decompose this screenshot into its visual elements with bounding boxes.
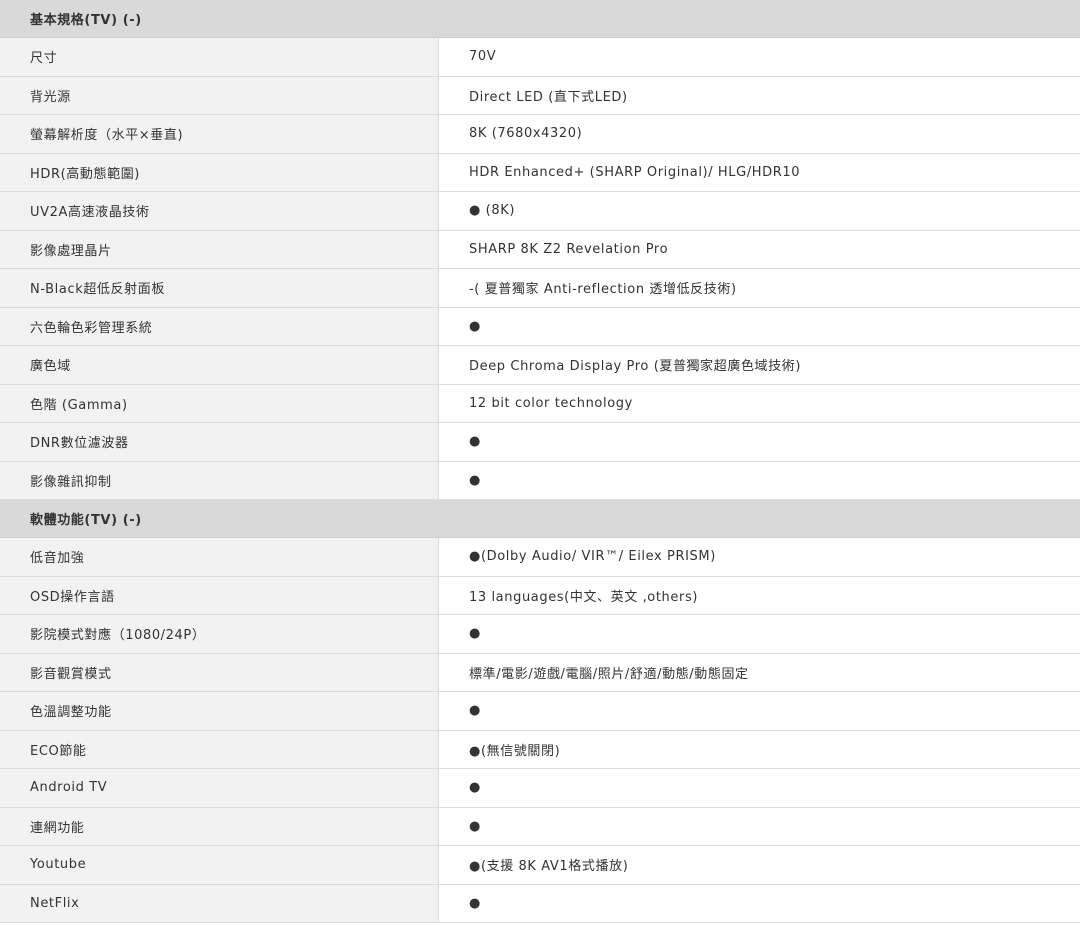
spec-value: 13 languages(中文、英文 ,others) bbox=[439, 576, 1080, 614]
spec-row: 廣色域 Deep Chroma Display Pro (夏普獨家超廣色域技術) bbox=[0, 346, 1080, 385]
spec-row: N-Black超低反射面板 -( 夏普獨家 Anti-reflection 透增低… bbox=[0, 269, 1080, 308]
spec-label: 低音加強 bbox=[0, 538, 439, 576]
spec-value: 70V bbox=[439, 38, 1080, 76]
spec-label: N-Black超低反射面板 bbox=[0, 269, 439, 307]
spec-row: 連網功能 ● bbox=[0, 807, 1080, 846]
spec-value: ● bbox=[439, 423, 1080, 461]
spec-value: 標準/電影/遊戲/電腦/照片/舒適/動態/動態固定 bbox=[439, 653, 1080, 691]
spec-row: 尺寸 70V bbox=[0, 38, 1080, 77]
spec-table: 基本規格(TV) (-) 尺寸 70V 背光源 Direct LED (直下式LED)… bbox=[0, 0, 1080, 923]
spec-row: 螢幕解析度（水平×垂直) 8K (7680x4320) bbox=[0, 115, 1080, 154]
spec-label: Android TV bbox=[0, 769, 439, 807]
spec-label: 廣色域 bbox=[0, 346, 439, 384]
spec-row: 影音觀賞模式 標準/電影/遊戲/電腦/照片/舒適/動態/動態固定 bbox=[0, 653, 1080, 692]
spec-value: ● bbox=[439, 615, 1080, 653]
spec-label: 六色輪色彩管理系統 bbox=[0, 307, 439, 345]
spec-row: 六色輪色彩管理系統 ● bbox=[0, 307, 1080, 346]
spec-label: 色階 (Gamma) bbox=[0, 384, 439, 422]
spec-label: DNR數位濾波器 bbox=[0, 423, 439, 461]
spec-label: Youtube bbox=[0, 846, 439, 884]
spec-value: 12 bit color technology bbox=[439, 384, 1080, 422]
spec-label: ECO節能 bbox=[0, 730, 439, 768]
spec-value: ● bbox=[439, 807, 1080, 845]
spec-label: 影院模式對應（1080/24P） bbox=[0, 615, 439, 653]
spec-row: Youtube ●(支援 8K AV1格式播放) bbox=[0, 846, 1080, 885]
spec-value: Deep Chroma Display Pro (夏普獨家超廣色域技術) bbox=[439, 346, 1080, 384]
spec-value: ● bbox=[439, 461, 1080, 499]
spec-label: 影像雜訊抑制 bbox=[0, 461, 439, 499]
spec-label: UV2A高速液晶技術 bbox=[0, 192, 439, 230]
spec-label: 影音觀賞模式 bbox=[0, 653, 439, 691]
spec-row: ECO節能 ●(無信號關閉) bbox=[0, 730, 1080, 769]
spec-value: 8K (7680x4320) bbox=[439, 115, 1080, 153]
spec-row: HDR(高動態範圍) HDR Enhanced+ (SHARP Original)… bbox=[0, 153, 1080, 192]
section-header-basic-specs: 基本規格(TV) (-) bbox=[0, 0, 1080, 38]
spec-label: 尺寸 bbox=[0, 38, 439, 76]
spec-value: HDR Enhanced+ (SHARP Original)/ HLG/HDR1… bbox=[439, 153, 1080, 191]
spec-label: HDR(高動態範圍) bbox=[0, 153, 439, 191]
spec-row: 影院模式對應（1080/24P） ● bbox=[0, 615, 1080, 654]
spec-row: DNR數位濾波器 ● bbox=[0, 423, 1080, 462]
spec-value: ● bbox=[439, 307, 1080, 345]
spec-label: 連網功能 bbox=[0, 807, 439, 845]
spec-value: ● bbox=[439, 692, 1080, 730]
spec-label: 螢幕解析度（水平×垂直) bbox=[0, 115, 439, 153]
spec-value: ●(支援 8K AV1格式播放) bbox=[439, 846, 1080, 884]
spec-value: -( 夏普獨家 Anti-reflection 透增低反技術) bbox=[439, 269, 1080, 307]
spec-row: 低音加強 ●(Dolby Audio/ VIR™/ Eilex PRISM) bbox=[0, 538, 1080, 577]
spec-row: 影像處理晶片 SHARP 8K Z2 Revelation Pro bbox=[0, 230, 1080, 269]
spec-label: 影像處理晶片 bbox=[0, 230, 439, 268]
spec-row: UV2A高速液晶技術 ● (8K) bbox=[0, 192, 1080, 231]
spec-row: 色階 (Gamma) 12 bit color technology bbox=[0, 384, 1080, 423]
spec-row: NetFlix ● bbox=[0, 884, 1080, 923]
spec-row: OSD操作言語 13 languages(中文、英文 ,others) bbox=[0, 576, 1080, 615]
spec-row: 背光源 Direct LED (直下式LED) bbox=[0, 76, 1080, 115]
spec-row: Android TV ● bbox=[0, 769, 1080, 808]
basic-specs-rows: 尺寸 70V 背光源 Direct LED (直下式LED) 螢幕解析度（水平×垂直) 8… bbox=[0, 38, 1080, 500]
spec-value: ● bbox=[439, 769, 1080, 807]
spec-value: SHARP 8K Z2 Revelation Pro bbox=[439, 230, 1080, 268]
software-features-rows: 低音加強 ●(Dolby Audio/ VIR™/ Eilex PRISM) OSD… bbox=[0, 538, 1080, 923]
spec-value: ●(Dolby Audio/ VIR™/ Eilex PRISM) bbox=[439, 538, 1080, 576]
spec-label: OSD操作言語 bbox=[0, 576, 439, 614]
spec-value: Direct LED (直下式LED) bbox=[439, 76, 1080, 114]
spec-label: 色溫調整功能 bbox=[0, 692, 439, 730]
spec-label: 背光源 bbox=[0, 76, 439, 114]
spec-value: ● (8K) bbox=[439, 192, 1080, 230]
spec-row: 影像雜訊抑制 ● bbox=[0, 461, 1080, 500]
spec-value: ● bbox=[439, 884, 1080, 922]
spec-row: 色溫調整功能 ● bbox=[0, 692, 1080, 731]
spec-label: NetFlix bbox=[0, 884, 439, 922]
spec-value: ●(無信號關閉) bbox=[439, 730, 1080, 768]
section-header-software-features: 軟體功能(TV) (-) bbox=[0, 500, 1080, 538]
